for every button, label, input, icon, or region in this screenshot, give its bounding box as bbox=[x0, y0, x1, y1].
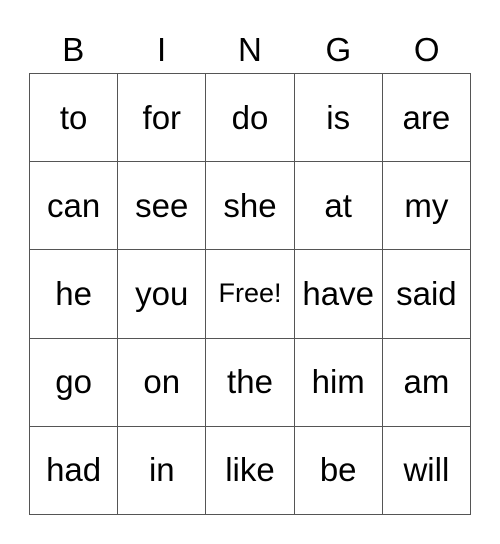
bingo-cell[interactable]: have bbox=[294, 250, 383, 339]
bingo-cell[interactable]: my bbox=[382, 162, 471, 251]
bingo-cell[interactable]: can bbox=[30, 162, 119, 251]
free-space-cell[interactable]: Free! bbox=[206, 250, 295, 339]
bingo-cell[interactable]: him bbox=[294, 338, 383, 427]
bingo-cell[interactable]: are bbox=[382, 74, 471, 163]
bingo-cell[interactable]: is bbox=[294, 74, 383, 163]
header-letter-o: O bbox=[413, 31, 440, 68]
bingo-cell[interactable]: see bbox=[118, 162, 207, 251]
bingo-cell[interactable]: said bbox=[382, 250, 471, 339]
bingo-cell[interactable]: do bbox=[206, 74, 295, 163]
bingo-cell[interactable]: she bbox=[206, 162, 295, 251]
bingo-cell[interactable]: he bbox=[30, 250, 119, 339]
bingo-cell[interactable]: had bbox=[30, 426, 119, 515]
bingo-cell[interactable]: on bbox=[118, 338, 207, 427]
bingo-cell[interactable]: you bbox=[118, 250, 207, 339]
bingo-cell[interactable]: at bbox=[294, 162, 383, 251]
bingo-cell[interactable]: will bbox=[382, 426, 471, 515]
bingo-cell[interactable]: in bbox=[118, 426, 207, 515]
bingo-cell[interactable]: am bbox=[382, 338, 471, 427]
bingo-cell[interactable]: be bbox=[294, 426, 383, 515]
bingo-cell[interactable]: like bbox=[206, 426, 295, 515]
bingo-card-grid: to for do is are can see she at my he you Free! have s… bbox=[29, 73, 471, 515]
header-letter-b: B bbox=[62, 31, 85, 68]
header-letter-i: I bbox=[157, 31, 167, 68]
bingo-cell[interactable]: to bbox=[30, 74, 119, 163]
bingo-cell[interactable]: go bbox=[30, 338, 119, 427]
header-letter-n: N bbox=[238, 31, 262, 68]
bingo-cell[interactable]: for bbox=[118, 74, 207, 163]
bingo-header: B I N G O bbox=[29, 28, 471, 72]
header-letter-g: G bbox=[325, 31, 352, 68]
bingo-cell[interactable]: the bbox=[206, 338, 295, 427]
